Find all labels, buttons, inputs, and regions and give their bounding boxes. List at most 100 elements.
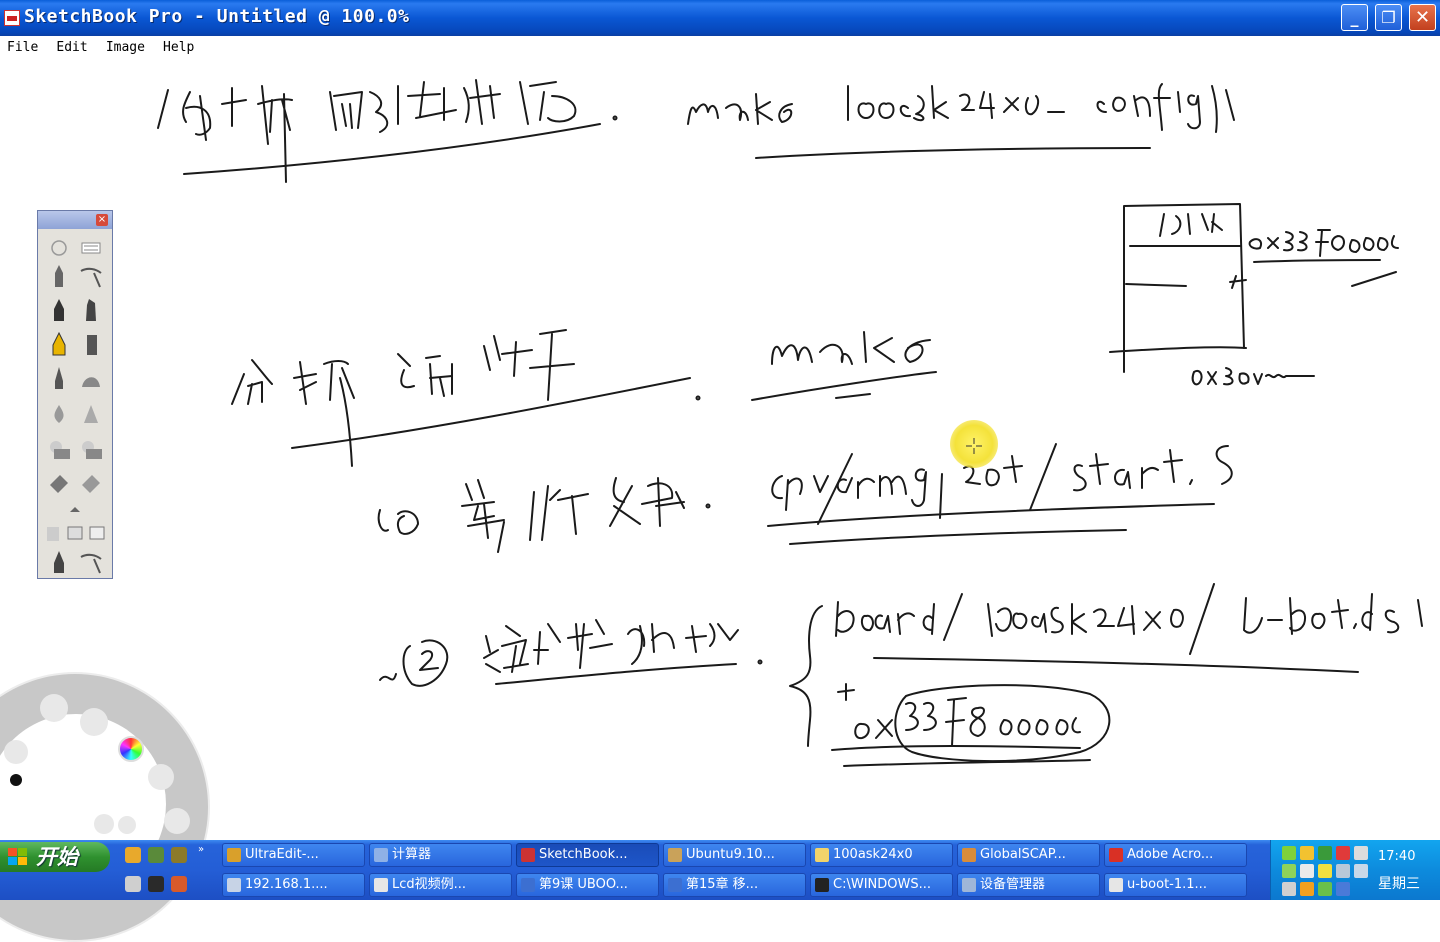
smudge-brush-icon[interactable] bbox=[78, 365, 104, 391]
palette-expand-arrow-icon[interactable] bbox=[62, 501, 88, 515]
devmgr-icon bbox=[962, 878, 976, 892]
ultraedit-icon bbox=[227, 848, 241, 862]
lagoon-undo-icon[interactable] bbox=[94, 814, 114, 834]
lagoon-redo-icon[interactable] bbox=[118, 816, 136, 834]
pencil-stroke-icon[interactable] bbox=[78, 263, 104, 289]
lagoon-move-icon[interactable] bbox=[148, 764, 174, 790]
taskbar-button[interactable]: u-boot-1.1... bbox=[1104, 873, 1247, 897]
taskbar-button[interactable]: Lcd视频例... bbox=[369, 873, 512, 897]
lagoon-text-icon[interactable] bbox=[4, 740, 28, 764]
fill-bucket-icon[interactable] bbox=[46, 471, 72, 497]
fill-gradient-icon[interactable] bbox=[78, 471, 104, 497]
lagoon-dot-icon[interactable] bbox=[10, 774, 22, 786]
tray-app2-icon[interactable] bbox=[1318, 882, 1332, 896]
clock-day[interactable]: 星期三 bbox=[1378, 873, 1420, 893]
quicklaunch-app-icon[interactable] bbox=[148, 847, 164, 863]
folder-icon bbox=[815, 848, 829, 862]
airbrush-brush-icon[interactable] bbox=[78, 331, 104, 357]
highlighter-brush-icon[interactable] bbox=[46, 331, 72, 357]
tray-usb-icon[interactable] bbox=[1354, 864, 1368, 878]
lagoon-layers-icon[interactable] bbox=[164, 808, 190, 834]
quicklaunch-terminal-icon[interactable] bbox=[148, 876, 164, 892]
lagoon-color-wheel-icon[interactable] bbox=[118, 736, 144, 762]
tray-app-icon[interactable] bbox=[1318, 846, 1332, 860]
trash-icon[interactable] bbox=[42, 519, 64, 545]
drawing-canvas[interactable] bbox=[0, 58, 1440, 840]
current-pencil-icon[interactable] bbox=[46, 549, 72, 575]
disc-icon bbox=[374, 878, 388, 892]
marker-brush-icon[interactable] bbox=[46, 297, 72, 323]
taskbar-button-label: Lcd视频例... bbox=[392, 877, 467, 892]
new-brush-icon[interactable] bbox=[64, 519, 86, 545]
quicklaunch-media-icon[interactable] bbox=[125, 876, 141, 892]
eraser-soft-icon[interactable] bbox=[78, 437, 104, 463]
taskbar-button[interactable]: UltraEdit-... bbox=[222, 843, 365, 867]
taskbar-button-label: u-boot-1.1... bbox=[1127, 877, 1207, 892]
start-label: 开始 bbox=[36, 845, 78, 869]
tray-device-icon[interactable] bbox=[1336, 864, 1350, 878]
title-bar[interactable]: SketchBook Pro - Untitled @ 100.0% _ ❐ ✕ bbox=[0, 0, 1440, 36]
blur-drop-icon[interactable] bbox=[46, 401, 72, 427]
taskbar-button[interactable]: 计算器 bbox=[369, 843, 512, 867]
clock-time[interactable]: 17:40 bbox=[1378, 849, 1415, 864]
taskbar-button[interactable]: C:\WINDOWS... bbox=[810, 873, 953, 897]
taskbar-button[interactable]: GlobalSCAP... bbox=[957, 843, 1100, 867]
sharpen-icon[interactable] bbox=[78, 401, 104, 427]
word-icon bbox=[521, 878, 535, 892]
palette-close-button[interactable]: × bbox=[96, 214, 108, 226]
sketchbook-app-icon[interactable] bbox=[4, 10, 20, 26]
cmd-icon bbox=[815, 878, 829, 892]
taskbar-button-label: Ubuntu9.10... bbox=[686, 847, 775, 862]
minimize-button[interactable]: _ bbox=[1341, 4, 1368, 31]
taskbar-button[interactable]: 第15章 移... bbox=[663, 873, 806, 897]
menu-image[interactable]: Image bbox=[106, 37, 145, 55]
tray-app3-icon[interactable] bbox=[1336, 882, 1350, 896]
taskbar-button[interactable]: Ubuntu9.10... bbox=[663, 843, 806, 867]
lagoon-brush-icon[interactable] bbox=[40, 694, 68, 722]
tray-network-icon[interactable] bbox=[1282, 846, 1296, 860]
tray-k-icon[interactable] bbox=[1336, 846, 1350, 860]
taskbar-button[interactable]: 设备管理器 bbox=[957, 873, 1100, 897]
handwriting-drawing bbox=[157, 79, 1423, 767]
taskbar-button[interactable]: 第9课 UBOO... bbox=[516, 873, 659, 897]
brush-properties-icon[interactable] bbox=[86, 519, 108, 545]
tray-fm-icon[interactable] bbox=[1300, 882, 1314, 896]
start-button[interactable]: 开始 bbox=[0, 842, 110, 872]
tray-ime-icon[interactable] bbox=[1282, 864, 1296, 878]
palette-header[interactable]: × bbox=[38, 211, 112, 229]
tray-shield-icon[interactable] bbox=[1354, 846, 1368, 860]
brush-palette[interactable]: × bbox=[37, 210, 113, 579]
paintbrush-icon[interactable] bbox=[46, 365, 72, 391]
taskbar-button[interactable]: SketchBook... bbox=[516, 843, 659, 867]
taskbar-button[interactable]: 192.168.1.... bbox=[222, 873, 365, 897]
quicklaunch-tool-icon[interactable] bbox=[171, 876, 187, 892]
taskbar-button[interactable]: Adobe Acro... bbox=[1104, 843, 1247, 867]
felt-pen-brush-icon[interactable] bbox=[78, 297, 104, 323]
quicklaunch-browser-icon[interactable] bbox=[171, 847, 187, 863]
current-stroke-icon[interactable] bbox=[78, 549, 104, 575]
taskbar-button-label: Adobe Acro... bbox=[1127, 847, 1214, 862]
menu-file[interactable]: File bbox=[7, 37, 38, 55]
quicklaunch-desktop-icon[interactable] bbox=[125, 847, 141, 863]
close-button[interactable]: ✕ bbox=[1409, 4, 1436, 31]
tray-security-icon[interactable] bbox=[1300, 846, 1314, 860]
disc-icon bbox=[1109, 878, 1123, 892]
menu-help[interactable]: Help bbox=[163, 37, 194, 55]
maximize-button[interactable]: ❐ bbox=[1375, 4, 1402, 31]
shape-tool-icon[interactable] bbox=[46, 235, 72, 261]
terminal-icon bbox=[227, 878, 241, 892]
pencil-brush-icon[interactable] bbox=[46, 263, 72, 289]
sketchbook-icon bbox=[521, 848, 535, 862]
eraser-hard-icon[interactable] bbox=[46, 437, 72, 463]
taskbar-button-label: 100ask24x0 bbox=[833, 847, 913, 862]
quicklaunch-expand-icon[interactable]: » bbox=[198, 844, 204, 855]
settings-sliders-icon[interactable] bbox=[78, 235, 104, 261]
taskbar-button[interactable]: 100ask24x0 bbox=[810, 843, 953, 867]
crosshair-cursor-icon bbox=[966, 438, 982, 454]
tray-vmware-icon[interactable] bbox=[1282, 882, 1296, 896]
tray-um-icon[interactable] bbox=[1318, 864, 1332, 878]
tray-volume-icon[interactable] bbox=[1300, 864, 1314, 878]
taskbar-button-label: C:\WINDOWS... bbox=[833, 877, 931, 892]
menu-edit[interactable]: Edit bbox=[56, 37, 87, 55]
lagoon-pencil-icon[interactable] bbox=[80, 708, 108, 736]
